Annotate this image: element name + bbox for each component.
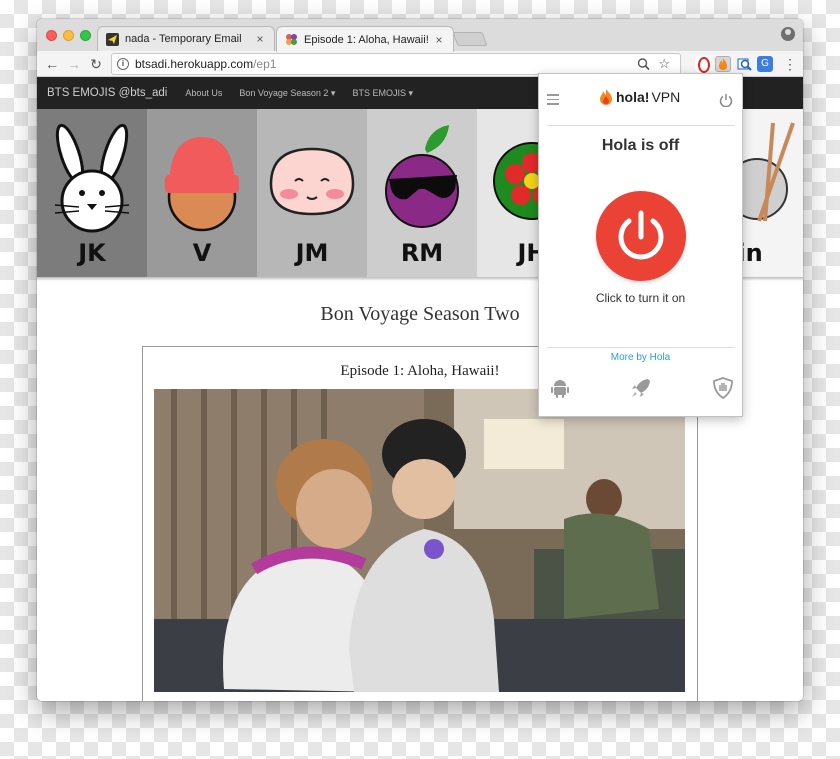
divider — [547, 125, 735, 126]
tab-title: Episode 1: Aloha, Hawaii! — [304, 33, 429, 46]
url-path: /ep1 — [253, 57, 277, 71]
banner-panel-v[interactable]: V — [147, 109, 257, 277]
tab-temporary-email[interactable]: nada - Temporary Email × — [97, 26, 275, 51]
close-tab-icon[interactable]: × — [433, 33, 445, 47]
vpn-power-button[interactable] — [596, 191, 686, 281]
zoom-icon[interactable] — [637, 54, 650, 74]
hola-logo-text: hola! — [616, 89, 650, 105]
paper-plane-icon — [106, 32, 119, 46]
close-tab-icon[interactable]: × — [254, 32, 266, 46]
hola-extension-icon[interactable] — [715, 56, 731, 72]
banner-label: V — [192, 239, 212, 267]
zoom-window-button[interactable] — [80, 30, 91, 41]
power-icon — [618, 210, 664, 260]
hola-vpn-popup: hola! VPN Hola is off Click to turn it on… — [538, 73, 743, 417]
banner-label: RM — [400, 239, 444, 267]
nav-dropdown-bts-emojis[interactable]: BTS EMOJIS ▾ — [352, 88, 413, 99]
divider — [547, 347, 735, 348]
opera-vpn-extension-icon[interactable] — [695, 56, 711, 73]
nav-dropdown-bon-voyage[interactable]: Bon Voyage Season 2 ▾ — [239, 88, 335, 99]
url-host: btsadi.herokuapp.com — [135, 57, 254, 71]
bookmark-star-icon[interactable]: ☆ — [658, 54, 670, 74]
hamburger-menu-icon[interactable] — [547, 94, 559, 108]
hola-flame-icon — [719, 58, 727, 70]
magnifier-icon — [737, 58, 752, 71]
reload-button[interactable]: ↻ — [87, 55, 105, 73]
site-brand[interactable]: BTS EMOJIS @bts_adi — [47, 87, 167, 99]
address-bar[interactable]: i btsadi.herokuapp.com/ep1 ☆ — [111, 53, 681, 75]
episode-photo — [154, 389, 685, 692]
profile-icon[interactable] — [781, 27, 795, 41]
translate-extension-icon[interactable]: G — [757, 56, 773, 72]
tab-title: nada - Temporary Email — [125, 33, 242, 45]
rocket-icon[interactable] — [630, 377, 652, 399]
browser-menu-button[interactable]: ⋮ — [783, 55, 797, 73]
nav-link-about[interactable]: About Us — [185, 88, 222, 98]
vpn-status: Hola is off — [601, 137, 680, 154]
forward-button[interactable]: → — [65, 55, 83, 73]
more-by-hola-link[interactable]: More by Hola — [539, 352, 742, 363]
site-info-icon[interactable]: i — [117, 58, 129, 70]
hola-logo-suffix: VPN — [651, 89, 681, 105]
close-window-button[interactable] — [46, 30, 57, 41]
banner-panel-jk[interactable]: JK — [37, 109, 147, 277]
search-extension-icon[interactable] — [737, 56, 753, 72]
power-icon[interactable] — [719, 93, 733, 107]
flame-icon — [600, 89, 612, 105]
site-favicon-icon — [286, 34, 297, 45]
banner-label: JM — [295, 239, 329, 267]
banner-panel-jm[interactable]: JM — [257, 109, 367, 277]
android-icon[interactable] — [549, 377, 571, 399]
back-button[interactable]: ← — [43, 55, 61, 73]
minimize-window-button[interactable] — [63, 30, 74, 41]
shield-icon[interactable] — [712, 377, 734, 399]
tab-episode-1[interactable]: Episode 1: Aloha, Hawaii! × — [276, 26, 454, 52]
vpn-cta-text: Click to turn it on — [595, 291, 686, 305]
tab-strip: nada - Temporary Email × Episode 1: Aloh… — [37, 19, 803, 52]
hola-logo: hola! VPN — [599, 88, 680, 106]
new-tab-button[interactable] — [452, 32, 488, 46]
photo-image — [154, 389, 685, 692]
banner-label: JK — [78, 239, 106, 267]
banner-panel-rm[interactable]: RM — [367, 109, 477, 277]
